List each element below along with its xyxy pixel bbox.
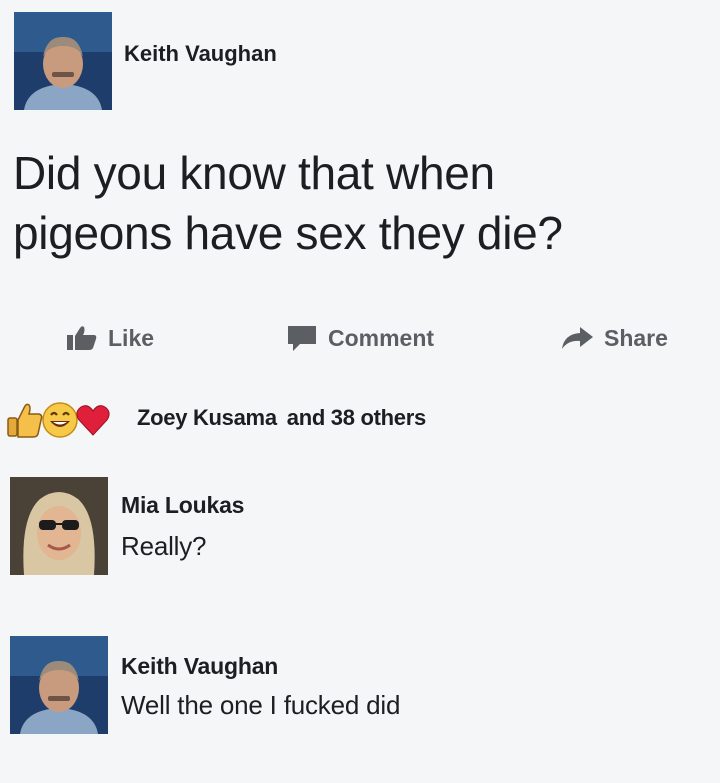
comment-text: Really?	[121, 531, 207, 561]
comment-label: Comment	[328, 324, 435, 351]
love-reaction-icon	[76, 405, 110, 436]
comment-author-name[interactable]: Mia Loukas	[121, 492, 244, 519]
comment-text: Well the one I fucked did	[121, 690, 401, 720]
author-avatar[interactable]	[14, 12, 112, 110]
comment-author-name[interactable]: Keith Vaughan	[121, 653, 278, 680]
comment-avatar-keith[interactable]	[10, 636, 108, 734]
share-button[interactable]: Share	[560, 321, 668, 355]
comment-avatar-mia[interactable]	[10, 477, 108, 575]
reaction-top-name: Zoey Kusama	[137, 405, 277, 430]
like-icon	[67, 326, 97, 350]
reaction-summary[interactable]: Zoey Kusama and 38 others	[137, 405, 426, 431]
reaction-others-count: and 38 others	[286, 405, 426, 430]
share-icon	[562, 327, 593, 349]
reaction-icons[interactable]	[6, 400, 112, 440]
share-label: Share	[604, 324, 668, 351]
avatar-photo-keith	[14, 12, 112, 110]
comment-icon	[288, 326, 316, 351]
like-button[interactable]: Like	[66, 321, 154, 355]
comment-button[interactable]: Comment	[286, 321, 434, 355]
post-author-name[interactable]: Keith Vaughan	[124, 41, 277, 67]
like-label: Like	[108, 324, 155, 351]
avatar-photo-mia	[10, 477, 108, 575]
avatar-photo-keith-comment	[10, 636, 108, 734]
like-reaction-icon	[7, 403, 43, 438]
post-text: Did you know that when pigeons have sex …	[13, 147, 563, 259]
